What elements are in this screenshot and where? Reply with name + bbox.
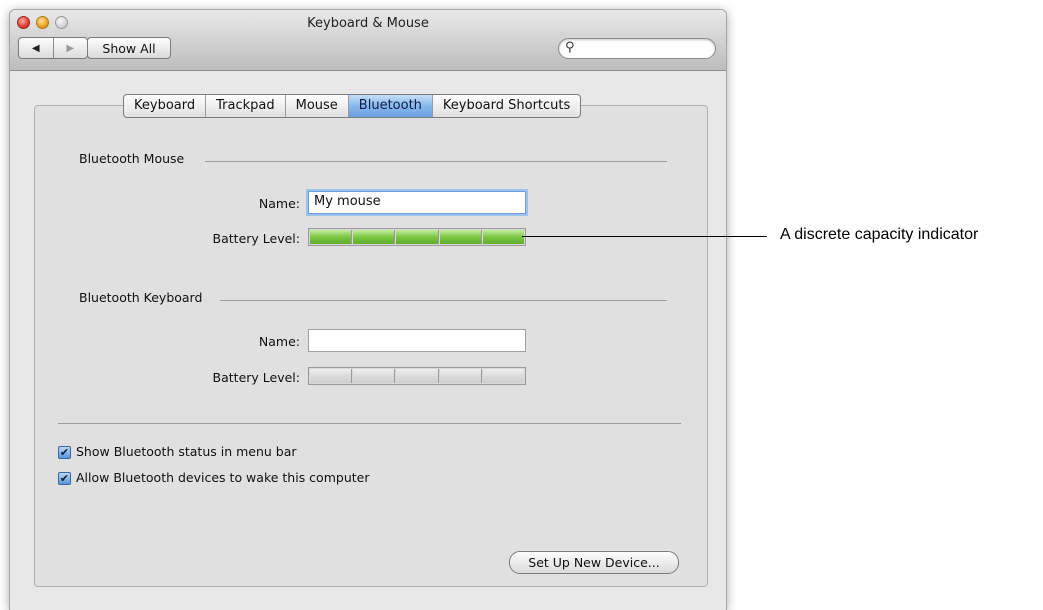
tab-keyboard-shortcuts[interactable]: Keyboard Shortcuts [431,95,580,117]
battery-segment [310,230,353,244]
tab-mouse[interactable]: Mouse [284,95,348,117]
battery-segment [396,369,439,383]
mouse-name-field[interactable]: My mouse [308,191,526,214]
forward-arrow-icon[interactable]: ▶ [52,38,88,58]
show-status-checkbox[interactable]: ✔ [58,446,71,459]
section-divider [205,161,667,162]
keyboard-name-label: Name: [258,334,300,349]
tab-trackpad[interactable]: Trackpad [205,95,285,117]
bluetooth-mouse-heading: Bluetooth Mouse [79,151,185,166]
keyboard-name-field[interactable] [308,329,526,352]
battery-segment [310,369,353,383]
battery-segment [396,230,439,244]
battery-segment [482,369,525,383]
mouse-battery-label: Battery Level: [212,231,300,246]
titlebar: Keyboard & Mouse ◀ ▶ Show All ⚲ [10,10,726,71]
mouse-name-label: Name: [258,196,300,211]
keyboard-battery-level-indicator [308,367,526,385]
tab-bluetooth[interactable]: Bluetooth [347,95,432,117]
window-title: Keyboard & Mouse [307,16,429,31]
tab-keyboard[interactable]: Keyboard [124,95,205,117]
battery-segment [353,230,396,244]
battery-segment [439,230,482,244]
search-icon: ⚲ [565,40,575,55]
search-input[interactable]: ⚲ [558,38,716,59]
show-status-label: Show Bluetooth status in menu bar [76,444,297,459]
back-forward-control: ◀ ▶ [18,37,88,59]
bluetooth-keyboard-heading: Bluetooth Keyboard [79,290,203,305]
battery-segment [439,369,482,383]
battery-segment [353,369,396,383]
battery-segment [482,230,525,244]
callout-label: A discrete capacity indicator [780,226,979,243]
allow-wake-label: Allow Bluetooth devices to wake this com… [76,470,370,485]
show-all-button[interactable]: Show All [87,37,171,59]
allow-wake-checkbox[interactable]: ✔ [58,472,71,485]
set-up-new-device-button[interactable]: Set Up New Device... [509,551,679,574]
callout-line [522,236,767,237]
preferences-window: Keyboard & Mouse ◀ ▶ Show All ⚲ Keyboard… [9,9,727,610]
options-divider [58,423,681,424]
keyboard-battery-label: Battery Level: [212,370,300,385]
back-arrow-icon[interactable]: ◀ [19,38,53,58]
tab-bar: Keyboard Trackpad Mouse Bluetooth Keyboa… [123,94,582,118]
mouse-battery-level-indicator [308,228,526,246]
section-divider [220,300,667,301]
